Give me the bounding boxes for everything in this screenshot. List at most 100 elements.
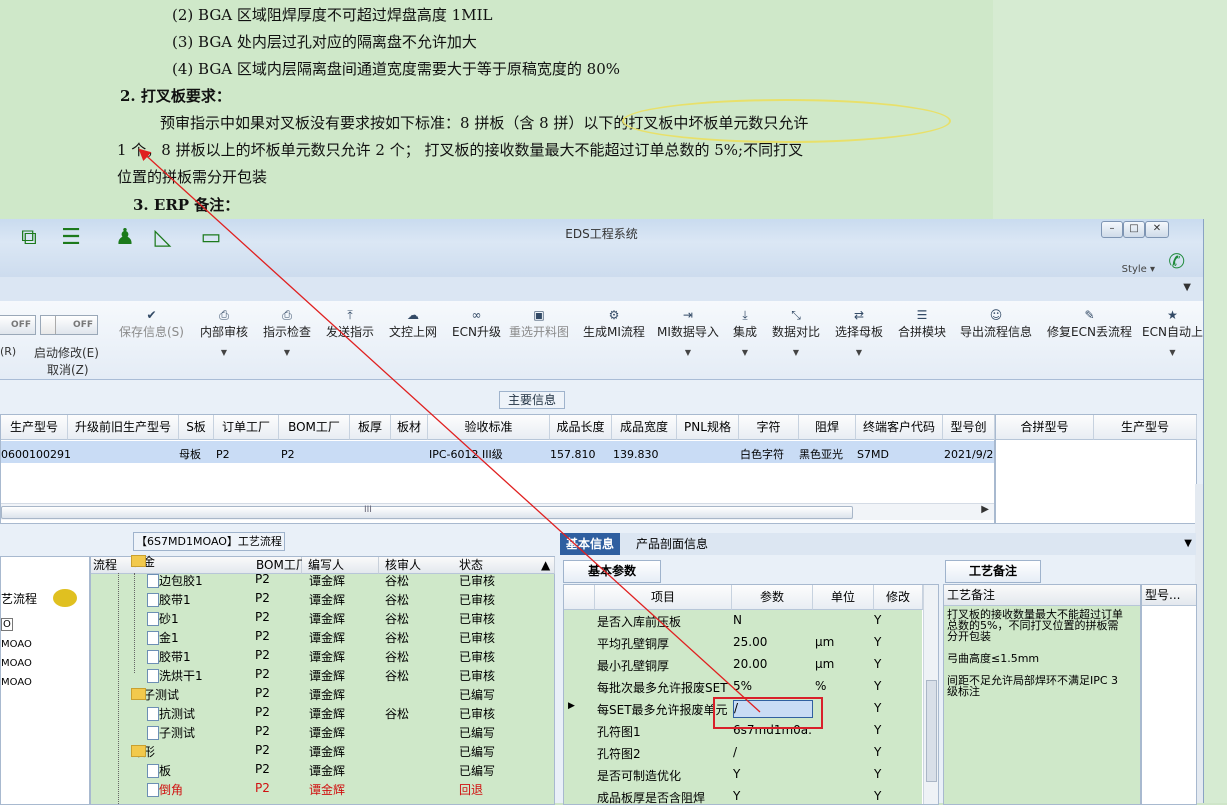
- select-mother-board-button[interactable]: ⇄ 选择母板 ▼: [835, 307, 883, 357]
- dropdown-arrow-icon: ▼: [684, 348, 692, 357]
- grid-header[interactable]: 型号创: [943, 415, 995, 440]
- grid-header[interactable]: 成品长度: [550, 415, 612, 440]
- tree-row[interactable]: 铣倒角 P2 谭金辉 回退: [91, 779, 554, 798]
- minimize-button[interactable]: –: [1101, 221, 1123, 238]
- model-header[interactable]: 型号...: [1142, 585, 1196, 606]
- list-item[interactable]: MOAO: [1, 658, 32, 669]
- list-item[interactable]: MOAO: [1, 639, 32, 650]
- param-row[interactable]: 是否入库前压板 N Y: [564, 610, 922, 633]
- grid-header[interactable]: 升级前旧生产型号: [68, 415, 179, 440]
- list-item[interactable]: O: [1, 618, 13, 631]
- param-cell-mod: Y: [874, 701, 882, 715]
- cancel-button[interactable]: 取消(Z): [47, 361, 89, 378]
- tree-row[interactable]: 沉金: [91, 551, 554, 570]
- param-scrollbar[interactable]: [923, 585, 938, 804]
- close-button[interactable]: ✕: [1145, 221, 1169, 238]
- tree-cell-writer: 谭金辉: [309, 783, 346, 797]
- tree-row[interactable]: 铣板 P2 谭金辉 已编写: [91, 760, 554, 779]
- grid-header[interactable]: BOM工厂: [279, 415, 350, 440]
- integrate-button[interactable]: ⤓ 集成 ▼: [733, 307, 757, 357]
- grid-header[interactable]: 验收标准: [428, 415, 550, 440]
- repair-ecn-flow-button[interactable]: ✎ 修复ECN丢流程: [1047, 307, 1132, 340]
- tab-basic-params[interactable]: 基本参数: [563, 560, 661, 583]
- param-header[interactable]: 参数: [732, 585, 813, 610]
- toggle-switch-auto-modify[interactable]: OFF: [40, 315, 98, 335]
- phone-icon[interactable]: ✆: [1168, 249, 1185, 273]
- binoculars-icon: ∞: [471, 308, 482, 322]
- param-cell-value[interactable]: 25.00: [733, 635, 811, 649]
- tree-row[interactable]: 阻抗测试 P2 谭金辉 谷松 已审核: [91, 703, 554, 722]
- param-header[interactable]: 项目: [595, 585, 732, 610]
- internal-review-button[interactable]: ⎙ 内部审核 ▼: [200, 307, 248, 357]
- param-header[interactable]: 修改: [874, 585, 923, 610]
- data-compare-button[interactable]: ⤡ 数据对比 ▼: [772, 307, 820, 357]
- tree-row[interactable]: 板边包胶1 P2 谭金辉 谷松 已审核: [91, 570, 554, 589]
- tree-cell-writer: 谭金辉: [309, 707, 346, 721]
- param-cell-value[interactable]: /: [733, 745, 811, 759]
- save-info-button[interactable]: ✔ 保存信息(S): [119, 307, 184, 340]
- toggle-switch-1[interactable]: OFF: [0, 315, 36, 335]
- tree-row[interactable]: 外形P2谭金辉已编写: [91, 741, 554, 760]
- grid-header[interactable]: 字符: [739, 415, 799, 440]
- grid-cell: S7MD: [857, 448, 889, 461]
- tab-process-remark[interactable]: 工艺备注: [945, 560, 1041, 583]
- remark-text[interactable]: 打叉板的接收数量最大不能超过订单总数的5%，不同打叉位置的拼板需分开包装 弓曲高…: [944, 606, 1140, 697]
- comment-icon[interactable]: [53, 589, 77, 607]
- ecn-upgrade-button[interactable]: ∞ ECN升级: [452, 307, 501, 340]
- shuffle-icon: ⇄: [853, 308, 865, 322]
- param-row[interactable]: 每批次最多允许报废SET 5%% Y: [564, 676, 922, 699]
- param-row[interactable]: 孔符图2 / Y: [564, 742, 922, 765]
- param-row[interactable]: 是否可制造优化 Y Y: [564, 764, 922, 787]
- scrollbar-thumb[interactable]: III: [1, 505, 853, 519]
- tab-product-profile[interactable]: 产品剖面信息: [630, 533, 714, 555]
- mi-data-import-button[interactable]: ⇥ MI数据导入 ▼: [657, 307, 719, 357]
- param-cell-value[interactable]: 5%: [733, 679, 811, 693]
- export-flow-info-button[interactable]: ☺ 导出流程信息: [960, 307, 1032, 340]
- tree-row[interactable]: 沉金1 P2 谭金辉 谷松 已审核: [91, 627, 554, 646]
- tree-row[interactable]: 电子测试 P2 谭金辉 已编写: [91, 722, 554, 741]
- param-cell-value[interactable]: Y: [733, 767, 811, 781]
- tab-basic-info[interactable]: 基本信息: [560, 533, 621, 555]
- ecn-auto-button[interactable]: ★ ECN自动上 ▼: [1142, 307, 1203, 357]
- param-row[interactable]: 平均孔壁铜厚 25.00 μm Y: [564, 632, 922, 655]
- style-menu[interactable]: Style ▾: [1122, 264, 1155, 275]
- param-header[interactable]: 单位: [813, 585, 874, 610]
- horizontal-scrollbar[interactable]: III ▶: [1, 503, 994, 520]
- tree-row[interactable]: 撕胶带1 P2 谭金辉 谷松 已审核: [91, 646, 554, 665]
- tree-row[interactable]: 电子测试 P2 谭金辉 已编写: [91, 684, 554, 703]
- grid-header[interactable]: 生产型号: [1, 415, 68, 440]
- param-cell-value[interactable]: N: [733, 613, 811, 627]
- process-flow-title: 【6S7MD1MOAO】工艺流程: [133, 532, 285, 551]
- grid-header[interactable]: 板厚: [350, 415, 391, 440]
- merge-header[interactable]: 合拼型号: [996, 415, 1094, 440]
- tree-row[interactable]: 贴胶带1 P2 谭金辉 谷松 已审核: [91, 589, 554, 608]
- ribbon-collapse-icon[interactable]: ▼: [1183, 282, 1191, 293]
- scroll-right-icon[interactable]: ▶: [981, 504, 989, 515]
- instruction-check-button[interactable]: ⎙ 指示检查 ▼: [263, 307, 311, 357]
- grid-header[interactable]: 终端客户代码: [856, 415, 943, 440]
- tabs-menu-icon[interactable]: ▼: [1184, 538, 1192, 549]
- grid-header[interactable]: PNL规格: [677, 415, 739, 440]
- param-cell-value[interactable]: Y: [733, 789, 811, 803]
- grid-header[interactable]: S板: [179, 415, 214, 440]
- maximize-button[interactable]: □: [1123, 221, 1145, 238]
- check-icon: ✔: [146, 308, 157, 322]
- generate-mi-flow-button[interactable]: ⚙ 生成MI流程: [583, 307, 645, 340]
- param-row[interactable]: 最小孔壁铜厚 20.00 μm Y: [564, 654, 922, 677]
- grid-header[interactable]: 阻焊: [799, 415, 856, 440]
- reselect-cutting-button[interactable]: ▣ 重选开料图: [509, 307, 569, 340]
- tree-row[interactable]: 水洗烘干1 P2 谭金辉 谷松 已审核: [91, 665, 554, 684]
- send-instruction-button[interactable]: ⤒ 发送指示: [326, 307, 374, 340]
- merge-module-button[interactable]: ☰ 合拼模块: [898, 307, 946, 340]
- tree-row[interactable]: 喷砂1 P2 谭金辉 谷松 已审核: [91, 608, 554, 627]
- grid-header[interactable]: 订单工厂: [214, 415, 279, 440]
- star-icon: ★: [1167, 308, 1178, 322]
- grid-header[interactable]: 成品宽度: [612, 415, 677, 440]
- doc-control-online-button[interactable]: ☁ 文控上网: [389, 307, 437, 340]
- list-item[interactable]: MOAO: [1, 677, 32, 688]
- merge-header[interactable]: 生产型号: [1094, 415, 1197, 440]
- param-cell-value[interactable]: 20.00: [733, 657, 811, 671]
- scrollbar-thumb[interactable]: [926, 680, 937, 782]
- grid-header[interactable]: 板材: [391, 415, 428, 440]
- param-row[interactable]: 成品板厚是否含阻焊 Y Y: [564, 786, 922, 804]
